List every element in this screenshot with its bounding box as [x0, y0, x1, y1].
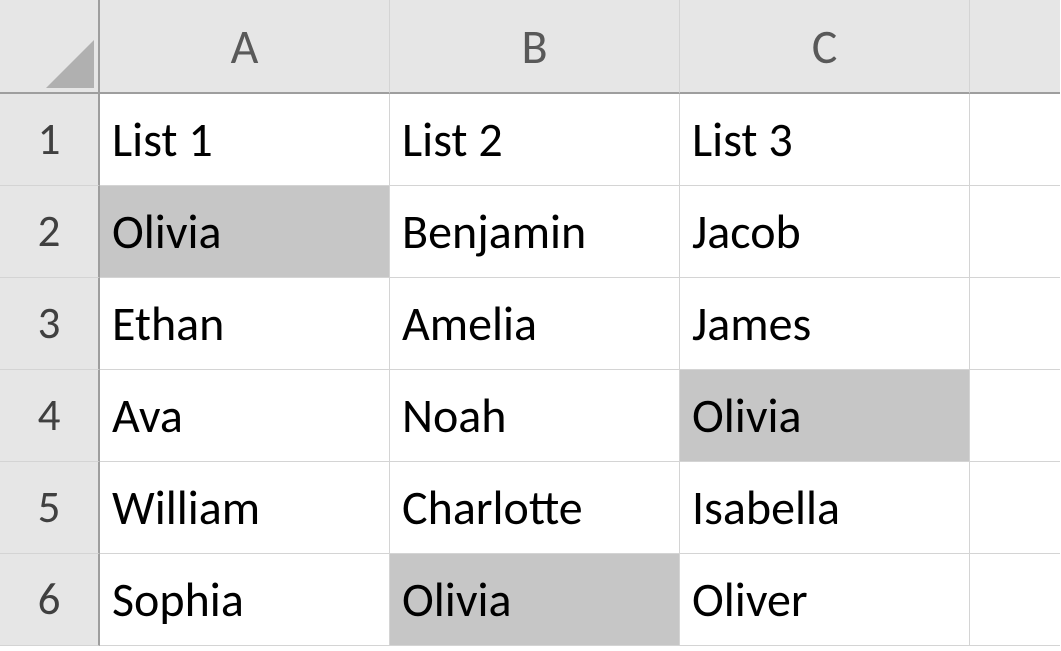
column-header-B[interactable]: B: [390, 0, 680, 94]
cell-A6[interactable]: Sophia: [100, 554, 390, 646]
cell-C2[interactable]: Jacob: [680, 186, 970, 278]
cell-D3[interactable]: [970, 278, 1060, 370]
cell-C3[interactable]: James: [680, 278, 970, 370]
cell-B2[interactable]: Benjamin: [390, 186, 680, 278]
column-header-A[interactable]: A: [100, 0, 390, 94]
row-header-3[interactable]: 3: [0, 278, 100, 370]
cell-B5[interactable]: Charlotte: [390, 462, 680, 554]
cell-B1[interactable]: List 2: [390, 94, 680, 186]
cell-A1[interactable]: List 1: [100, 94, 390, 186]
cell-C4[interactable]: Olivia: [680, 370, 970, 462]
cell-C5[interactable]: Isabella: [680, 462, 970, 554]
cell-A2[interactable]: Olivia: [100, 186, 390, 278]
cell-D1[interactable]: [970, 94, 1060, 186]
select-all-corner[interactable]: [0, 0, 100, 94]
cell-D4[interactable]: [970, 370, 1060, 462]
cell-A4[interactable]: Ava: [100, 370, 390, 462]
spreadsheet-grid[interactable]: A B C 1 List 1 List 2 List 3 2 Olivia Be…: [0, 0, 1061, 651]
cell-B3[interactable]: Amelia: [390, 278, 680, 370]
row-header-1[interactable]: 1: [0, 94, 100, 186]
column-header-C[interactable]: C: [680, 0, 970, 94]
row-header-4[interactable]: 4: [0, 370, 100, 462]
cell-B6[interactable]: Olivia: [390, 554, 680, 646]
cell-B4[interactable]: Noah: [390, 370, 680, 462]
cell-A5[interactable]: William: [100, 462, 390, 554]
row-header-2[interactable]: 2: [0, 186, 100, 278]
row-header-5[interactable]: 5: [0, 462, 100, 554]
cell-D5[interactable]: [970, 462, 1060, 554]
cell-A3[interactable]: Ethan: [100, 278, 390, 370]
cell-C1[interactable]: List 3: [680, 94, 970, 186]
cell-D6[interactable]: [970, 554, 1060, 646]
row-header-6[interactable]: 6: [0, 554, 100, 646]
cell-C6[interactable]: Oliver: [680, 554, 970, 646]
cell-D2[interactable]: [970, 186, 1060, 278]
column-header-D[interactable]: [970, 0, 1060, 94]
select-all-triangle-icon: [46, 40, 94, 88]
